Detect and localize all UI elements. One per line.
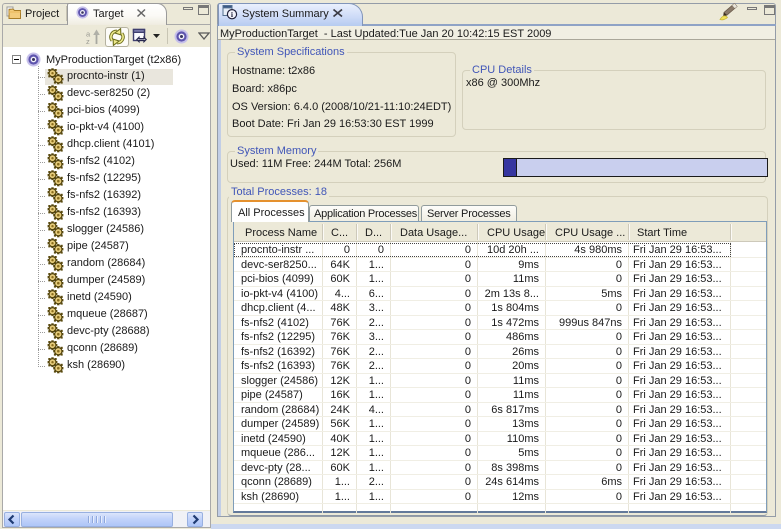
svg-text:z: z [86,37,90,45]
